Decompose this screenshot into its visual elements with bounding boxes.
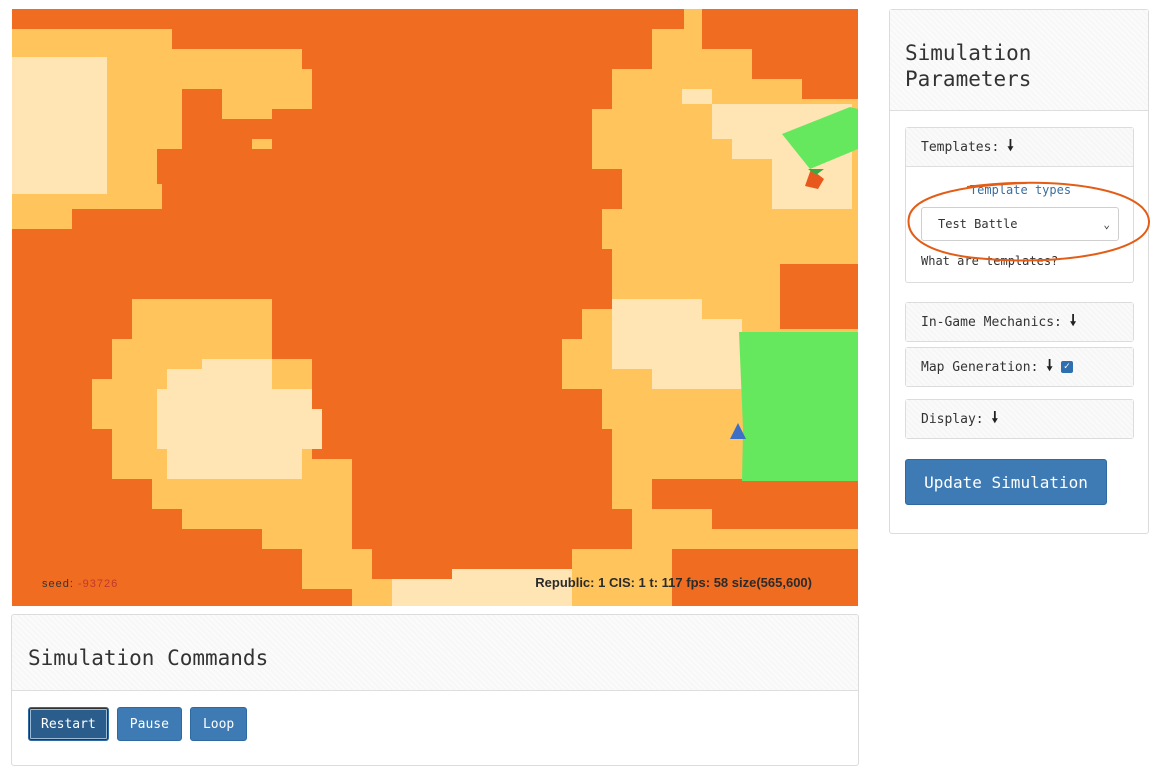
simulation-map[interactable]: seed: -93726 Republic: 1 CIS: 1 t: 117 f… [12, 9, 858, 606]
pause-button[interactable]: Pause [116, 707, 182, 741]
templates-body: Template types Test Battle ⌄ What are te… [906, 166, 1133, 282]
map-canvas[interactable] [12, 9, 858, 606]
chevron-down-icon: ⌄ [1103, 217, 1110, 231]
seed-label-text: seed: [42, 578, 74, 590]
seed-readout: seed: -93726 [42, 578, 118, 590]
commands-panel: Simulation Commands Restart Pause Loop [11, 614, 859, 766]
arrow-down-icon: 🠗 [1069, 310, 1077, 329]
commands-header: Simulation Commands [12, 615, 858, 691]
in-game-mechanics-header: In-Game Mechanics: [921, 314, 1062, 330]
templates-help-link[interactable]: What are templates? [921, 254, 1133, 268]
update-simulation-button[interactable]: Update Simulation [905, 459, 1107, 505]
map-generation-checkbox[interactable]: ✓ [1060, 361, 1073, 373]
display-section: Display: 🠗 [905, 399, 1134, 439]
template-select[interactable]: Test Battle ⌄ [921, 207, 1119, 241]
arrow-down-icon: 🠗 [1007, 135, 1014, 154]
map-generation-section: Map Generation: 🠗 ✓ [905, 347, 1134, 387]
commands-toolbar: Restart Pause Loop [12, 691, 858, 741]
templates-section: Templates: 🠗 Template types Test Battle … [905, 127, 1134, 283]
seed-value: -93726 [77, 578, 119, 590]
display-header: Display: [921, 411, 984, 427]
parameters-title: Simulation Parameters [905, 41, 1032, 91]
stats-readout: Republic: 1 CIS: 1 t: 117 fps: 58 size(5… [535, 575, 812, 590]
parameters-panel: Simulation Parameters Templates: 🠗 Templ… [889, 9, 1149, 534]
commands-title: Simulation Commands [28, 645, 269, 670]
map-generation-header: Map Generation: [921, 359, 1039, 375]
map-generation-toggle[interactable]: Map Generation: 🠗 ✓ [906, 348, 1133, 386]
display-toggle[interactable]: Display: 🠗 [906, 400, 1133, 438]
template-select-value: Test Battle [938, 217, 1018, 231]
dark-terrain [12, 9, 858, 606]
parameters-header: Simulation Parameters [890, 10, 1148, 111]
loop-button[interactable]: Loop [189, 707, 248, 741]
in-game-mechanics-section: In-Game Mechanics: 🠗 [905, 302, 1134, 342]
templates-toggle[interactable]: Templates: 🠗 [906, 128, 1133, 166]
template-types-label: Template types [969, 183, 1072, 197]
in-game-mechanics-toggle[interactable]: In-Game Mechanics: 🠗 [906, 303, 1133, 341]
restart-button[interactable]: Restart [28, 707, 109, 741]
arrow-down-icon: 🠗 [991, 407, 999, 426]
arrow-down-icon: 🠗 [1046, 355, 1053, 374]
templates-header: Templates: [921, 139, 1000, 155]
